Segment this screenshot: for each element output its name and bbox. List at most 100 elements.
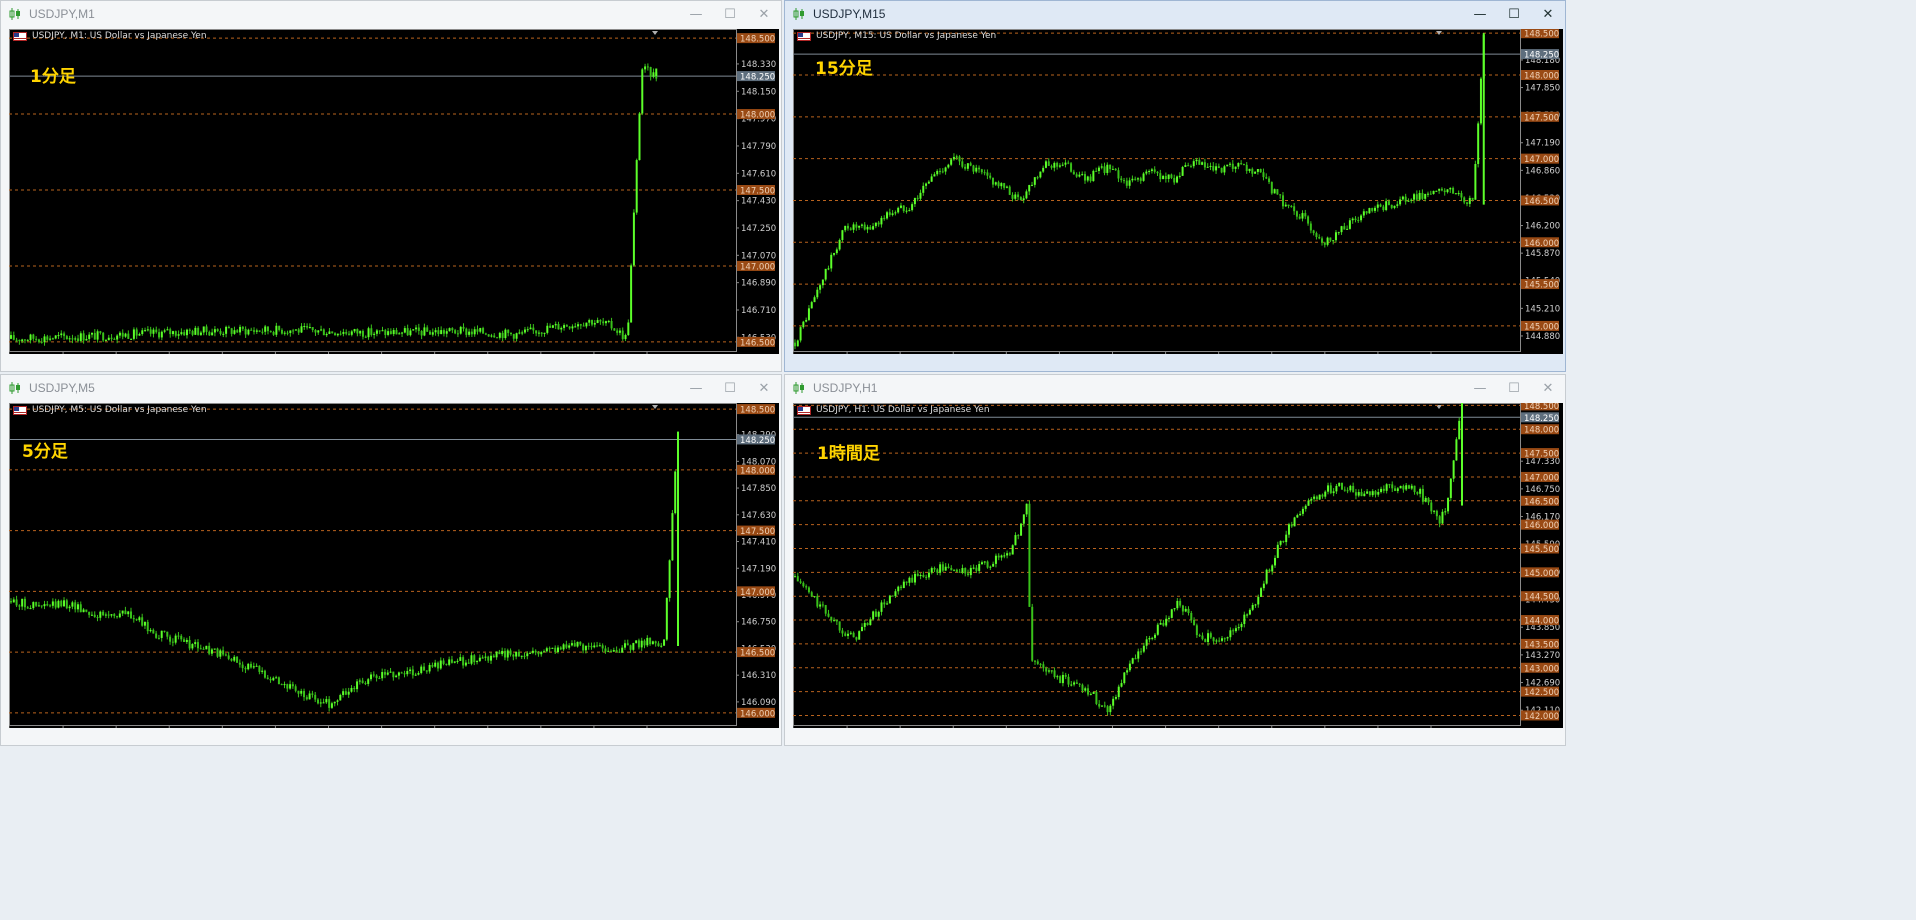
candle-body	[1075, 174, 1078, 177]
y-tick-label: 147.190	[741, 564, 776, 574]
candle-body	[1374, 207, 1376, 211]
candle-body	[462, 326, 465, 329]
candle-body	[972, 165, 975, 172]
candle-body	[330, 703, 333, 708]
candlestick-icon	[7, 380, 23, 396]
candle-body	[63, 600, 66, 607]
candle-body	[417, 673, 420, 675]
candle-body	[509, 650, 512, 655]
candle-body	[1376, 204, 1379, 208]
candle-body	[392, 671, 395, 678]
candle-body	[104, 340, 107, 342]
minimize-button[interactable]: —	[679, 4, 713, 24]
candle-body	[621, 330, 624, 340]
chart-canvas[interactable]: 147.330146.750146.170145.590145.010144.4…	[793, 403, 1563, 728]
price-chart[interactable]: 147.330146.750146.170145.590145.010144.4…	[793, 403, 1563, 728]
candle-body	[291, 684, 294, 687]
close-button[interactable]: ✕	[1531, 4, 1565, 24]
candle-body	[498, 651, 501, 655]
candle-body	[880, 602, 883, 612]
candle-body	[185, 329, 188, 336]
candle-body	[160, 331, 163, 338]
maximize-button[interactable]: ☐	[713, 4, 747, 24]
candle-body	[1022, 514, 1025, 524]
candle-body	[1296, 515, 1299, 518]
candle-body	[1415, 194, 1418, 200]
candle-body	[93, 332, 96, 340]
candle-body	[540, 651, 543, 655]
candle-body	[1095, 170, 1098, 172]
chart-canvas[interactable]: 148.330148.150147.970147.790147.610147.4…	[9, 29, 779, 354]
price-chart[interactable]: 148.290148.070147.850147.630147.410147.1…	[9, 403, 779, 728]
candle-body	[858, 631, 861, 640]
candle-body	[1419, 488, 1422, 494]
candle-body	[386, 672, 389, 675]
minimize-button[interactable]: —	[679, 378, 713, 398]
candle-body	[1405, 485, 1408, 490]
price-chart[interactable]: 148.180147.850147.520147.190146.860146.5…	[793, 29, 1563, 354]
close-button[interactable]: ✕	[747, 4, 781, 24]
candle-body	[319, 702, 322, 704]
price-level-label: 146.500	[1524, 497, 1559, 507]
candle-body	[158, 332, 161, 338]
window-titlebar[interactable]: USDJPY,H1 — ☐ ✕	[785, 375, 1565, 401]
candle-body	[532, 327, 535, 331]
minimize-button[interactable]: —	[1463, 378, 1497, 398]
candle-body	[604, 321, 607, 324]
candle-body	[849, 228, 852, 230]
chart-canvas[interactable]: 148.290148.070147.850147.630147.410147.1…	[9, 403, 779, 728]
chart-window-m15[interactable]: USDJPY,M15 — ☐ ✕ 148.180147.850147.52014…	[784, 0, 1566, 372]
candle-body	[908, 210, 911, 212]
candle-body	[1271, 565, 1274, 572]
maximize-button[interactable]: ☐	[1497, 4, 1531, 24]
candle-body	[1056, 676, 1059, 678]
window-titlebar[interactable]: USDJPY,M1 — ☐ ✕	[1, 1, 781, 27]
candle-body	[819, 285, 822, 290]
candle-body	[1184, 608, 1187, 612]
y-tick-label: 147.070	[741, 251, 776, 261]
chart-window-h1[interactable]: USDJPY,H1 — ☐ ✕ 147.330146.750146.170145…	[784, 374, 1566, 746]
maximize-button[interactable]: ☐	[1497, 378, 1531, 398]
candle-body	[863, 224, 866, 230]
chart-canvas[interactable]: 148.180147.850147.520147.190146.860146.5…	[793, 29, 1563, 354]
price-chart[interactable]: 148.330 148.150 147.970 147.790 147.610 147.4…	[9, 29, 779, 354]
candle-body	[1352, 485, 1355, 493]
candle-body	[546, 325, 549, 333]
candle-body	[905, 581, 908, 583]
close-button[interactable]: ✕	[1531, 378, 1565, 398]
candle-body	[155, 633, 158, 638]
candle-body	[632, 643, 635, 650]
candle-body	[1274, 557, 1277, 566]
candle-body	[866, 226, 869, 230]
candle-body	[902, 581, 905, 589]
candle-body	[60, 600, 63, 607]
window-title: USDJPY,M1	[29, 7, 95, 21]
candle-body	[504, 329, 507, 339]
candle-body	[442, 330, 445, 334]
candle-body	[1471, 197, 1474, 200]
candle-body	[414, 674, 417, 676]
minimize-button[interactable]: —	[1463, 4, 1497, 24]
candle-body	[389, 671, 392, 673]
candle-body	[1349, 485, 1352, 491]
window-titlebar[interactable]: USDJPY,M15 — ☐ ✕	[785, 1, 1565, 27]
candle-body	[96, 331, 99, 340]
candle-body	[515, 333, 518, 339]
candle-body	[877, 222, 880, 225]
candle-body	[252, 666, 255, 668]
chart-window-m5[interactable]: USDJPY,M5 — ☐ ✕ 148.290148.070147.850147…	[0, 374, 782, 746]
maximize-button[interactable]: ☐	[713, 378, 747, 398]
price-level-label: 146.500	[740, 649, 775, 659]
candle-body	[1380, 488, 1383, 493]
candle-body	[587, 645, 590, 647]
candle-body	[607, 320, 610, 322]
candle-body	[63, 333, 66, 337]
close-button[interactable]: ✕	[747, 378, 781, 398]
candle-body	[1240, 623, 1243, 628]
window-titlebar[interactable]: USDJPY,M5 — ☐ ✕	[1, 375, 781, 401]
chart-window-m1[interactable]: USDJPY,M1 — ☐ ✕ 148.330 148.150 147.970 147…	[0, 0, 782, 372]
candle-body	[1329, 485, 1332, 494]
candle-body	[470, 655, 473, 664]
candle-body	[810, 302, 813, 309]
candle-body	[1279, 540, 1282, 545]
